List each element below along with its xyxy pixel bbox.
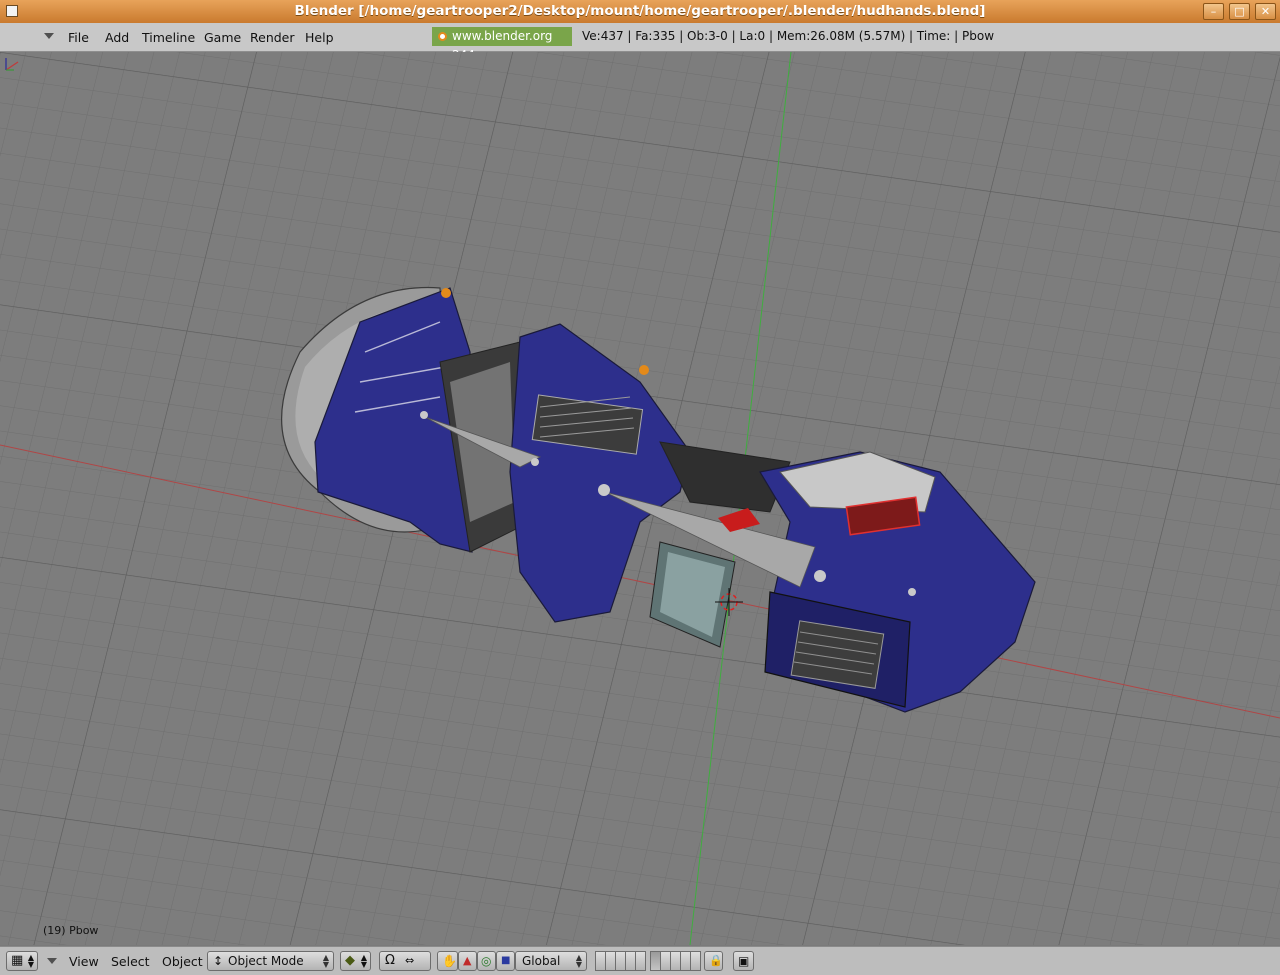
scale-icon: ■	[501, 955, 511, 966]
editor-type-button[interactable]: ▦ ▲ ▼	[6, 951, 38, 971]
render-preview-button[interactable]: ▣	[733, 951, 754, 971]
menu-view[interactable]: View	[69, 954, 99, 969]
menu-render[interactable]: Render	[250, 30, 295, 45]
blender-org-link[interactable]: www.blender.org 244	[432, 27, 572, 62]
close-icon[interactable]: ✕	[1255, 3, 1276, 20]
menu-bar: File Add Timeline Game Render Help www.b…	[0, 23, 1280, 62]
menu-object[interactable]: Object	[162, 954, 203, 969]
orientation-label: Global	[522, 954, 561, 968]
scene-stats: Ve:437 | Fa:335 | Ob:3-0 | La:0 | Mem:26…	[582, 29, 995, 43]
rotate-toggle[interactable]: ◎	[477, 951, 496, 971]
mode-label: Object Mode	[228, 954, 304, 968]
menu-timeline[interactable]: Timeline	[142, 30, 195, 45]
object-info-label: (19) Pbow	[43, 924, 99, 937]
scale-toggle[interactable]: ■	[496, 951, 515, 971]
viewport-canvas	[0, 52, 1280, 945]
snap-icon: Ω	[385, 953, 395, 968]
move-icon: ▲	[463, 954, 472, 967]
maximize-icon[interactable]: □	[1229, 3, 1250, 20]
title-bar: Blender [/home/geartrooper2/Desktop/moun…	[0, 0, 1280, 24]
minimize-icon[interactable]: –	[1203, 3, 1224, 20]
pivot-select[interactable]: Ω ⇔	[379, 951, 431, 971]
layer-lock-button[interactable]: 🔒	[704, 951, 723, 971]
window-title: Blender [/home/geartrooper2/Desktop/moun…	[294, 3, 986, 19]
header-collapse-icon[interactable]	[47, 958, 57, 964]
layer-buttons-2[interactable]	[650, 951, 701, 971]
translate-toggle[interactable]: ▲	[458, 951, 477, 971]
3d-view-header: ▦ ▲ ▼ View Select Object ↕ Object Mode ▲ ▼…	[0, 946, 1280, 975]
blender-logo-icon	[438, 32, 447, 41]
lock-icon: 🔒	[709, 954, 723, 967]
mode-select[interactable]: ↕ Object Mode ▲ ▼	[207, 951, 334, 971]
rotate-icon: ◎	[481, 954, 492, 968]
menu-help[interactable]: Help	[305, 30, 334, 45]
menu-select[interactable]: Select	[111, 954, 150, 969]
3d-viewport[interactable]: (19) Pbow	[0, 52, 1280, 945]
render-icon: ▣	[738, 954, 750, 968]
menu-game[interactable]: Game	[204, 30, 241, 45]
axis-gizmo-icon	[5, 58, 19, 71]
shading-icon: ◆	[345, 953, 355, 968]
manipulator-toggle[interactable]: ✋	[437, 951, 458, 971]
hand-icon: ✋	[442, 954, 457, 968]
draw-type-select[interactable]: ◆ ▲ ▼	[340, 951, 371, 971]
orientation-select[interactable]: Global ▲ ▼	[515, 951, 587, 971]
menu-file[interactable]: File	[68, 30, 89, 45]
window-type-menu-icon[interactable]	[44, 33, 54, 39]
layer-buttons-1[interactable]	[595, 951, 646, 971]
grid-icon: ▦	[11, 953, 24, 968]
object-mode-icon: ↕	[213, 954, 224, 968]
menu-add[interactable]: Add	[105, 30, 129, 45]
